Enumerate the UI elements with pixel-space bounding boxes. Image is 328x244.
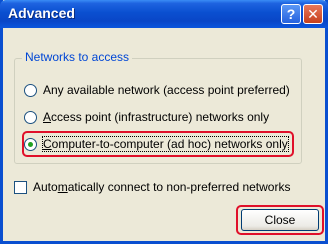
close-icon: ✕ <box>307 6 319 22</box>
close-button[interactable]: Close <box>241 209 319 231</box>
radio-label: Computer-to-computer (ad hoc) networks o… <box>42 136 289 152</box>
checkbox-label: Automatically connect to non-preferred n… <box>33 180 291 194</box>
question-mark-icon: ? <box>286 6 296 22</box>
auto-connect-checkbox[interactable] <box>14 180 27 194</box>
group-label: Networks to access <box>22 50 133 64</box>
radio-button[interactable] <box>24 83 37 97</box>
radio-button[interactable] <box>24 110 37 124</box>
radio-label: Any available network (access point pref… <box>43 83 290 97</box>
radio-any-network[interactable]: Any available network (access point pref… <box>24 81 290 99</box>
dialog-title: Advanced <box>8 5 75 21</box>
radio-access-point[interactable]: Access point (infrastructure) networks o… <box>24 108 269 126</box>
help-button[interactable]: ? <box>281 4 301 24</box>
radio-ad-hoc[interactable]: Computer-to-computer (ad hoc) networks o… <box>24 135 289 153</box>
auto-connect-checkbox-row[interactable]: Automatically connect to non-preferred n… <box>14 178 290 196</box>
radio-label: Access point (infrastructure) networks o… <box>43 110 270 124</box>
window-close-button[interactable]: ✕ <box>303 4 323 24</box>
title-bar[interactable]: Advanced ? ✕ <box>0 0 328 28</box>
radio-button-selected[interactable] <box>24 137 37 151</box>
